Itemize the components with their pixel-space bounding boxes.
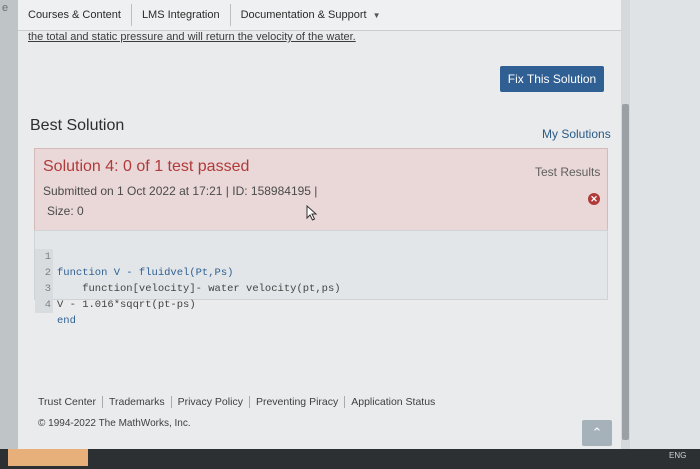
solution-card: Solution 4: 0 of 1 test passed Submitted… [34,148,608,232]
code-viewer: 1 function V - fluidvel(Pt,Ps) 2 functio… [34,230,608,327]
code-line: 2 function[velocity]- water velocity(pt,… [35,249,607,295]
nav-documentation-support[interactable]: Documentation & Support ▼ [231,4,391,26]
solution-status-heading: Solution 4: 0 of 1 test passed [43,158,250,175]
solution-submitted-info: Submitted on 1 Oct 2022 at 17:21 | ID: 1… [43,184,318,198]
copyright-text: © 1994-2022 The MathWorks, Inc. [38,418,191,429]
best-solution-heading: Best Solution [30,117,125,134]
nav-documentation-label: Documentation & Support [240,9,367,21]
footer-link-application-status[interactable]: Application Status [345,396,441,408]
fix-solution-button[interactable]: Fix This Solution [500,66,604,92]
footer-link-privacy-policy[interactable]: Privacy Policy [172,396,250,408]
scroll-to-top-button[interactable]: ⌃ [582,420,612,446]
chevron-down-icon: ▼ [372,11,381,20]
taskbar-tab[interactable] [8,449,88,466]
test-failed-icon[interactable]: ✕ [588,193,600,205]
solution-size: Size: 0 [47,204,84,218]
footer-link-trademarks[interactable]: Trademarks [103,396,172,408]
taskbar [0,449,700,469]
code-line: 3 V - 1.016*sqqrt(pt-ps) [35,265,607,311]
scrollbar-thumb[interactable] [622,104,629,440]
code-line: 1 function V - fluidvel(Pt,Ps) [35,233,607,279]
footer-link-trust-center[interactable]: Trust Center [38,396,103,408]
code-text: V - 1.016*sqqrt(pt-ps) [57,299,196,311]
test-results-link[interactable]: Test Results [535,165,600,179]
content-page: Courses & Content LMS Integration Docume… [18,0,630,469]
mouse-cursor-icon [306,205,318,221]
line-number: 4 [35,297,53,313]
footer-links: Trust Center Trademarks Privacy Policy P… [38,396,441,408]
nav-lms-integration[interactable]: LMS Integration [132,4,231,26]
language-indicator[interactable]: ENG [669,451,686,460]
chevron-up-icon: ⌃ [591,425,603,440]
top-navigation: Courses & Content LMS Integration Docume… [18,0,630,31]
code-text: end [57,315,76,327]
nav-courses-content[interactable]: Courses & Content [18,4,132,26]
problem-description: the total and static pressure and will r… [28,31,356,43]
my-solutions-link[interactable]: My Solutions [542,127,611,141]
gutter-marker: e [2,2,9,14]
left-gutter: e 5 [0,0,18,469]
code-line: 4 end [35,281,607,327]
right-panel-background [630,0,700,469]
footer-link-preventing-piracy[interactable]: Preventing Piracy [250,396,346,408]
